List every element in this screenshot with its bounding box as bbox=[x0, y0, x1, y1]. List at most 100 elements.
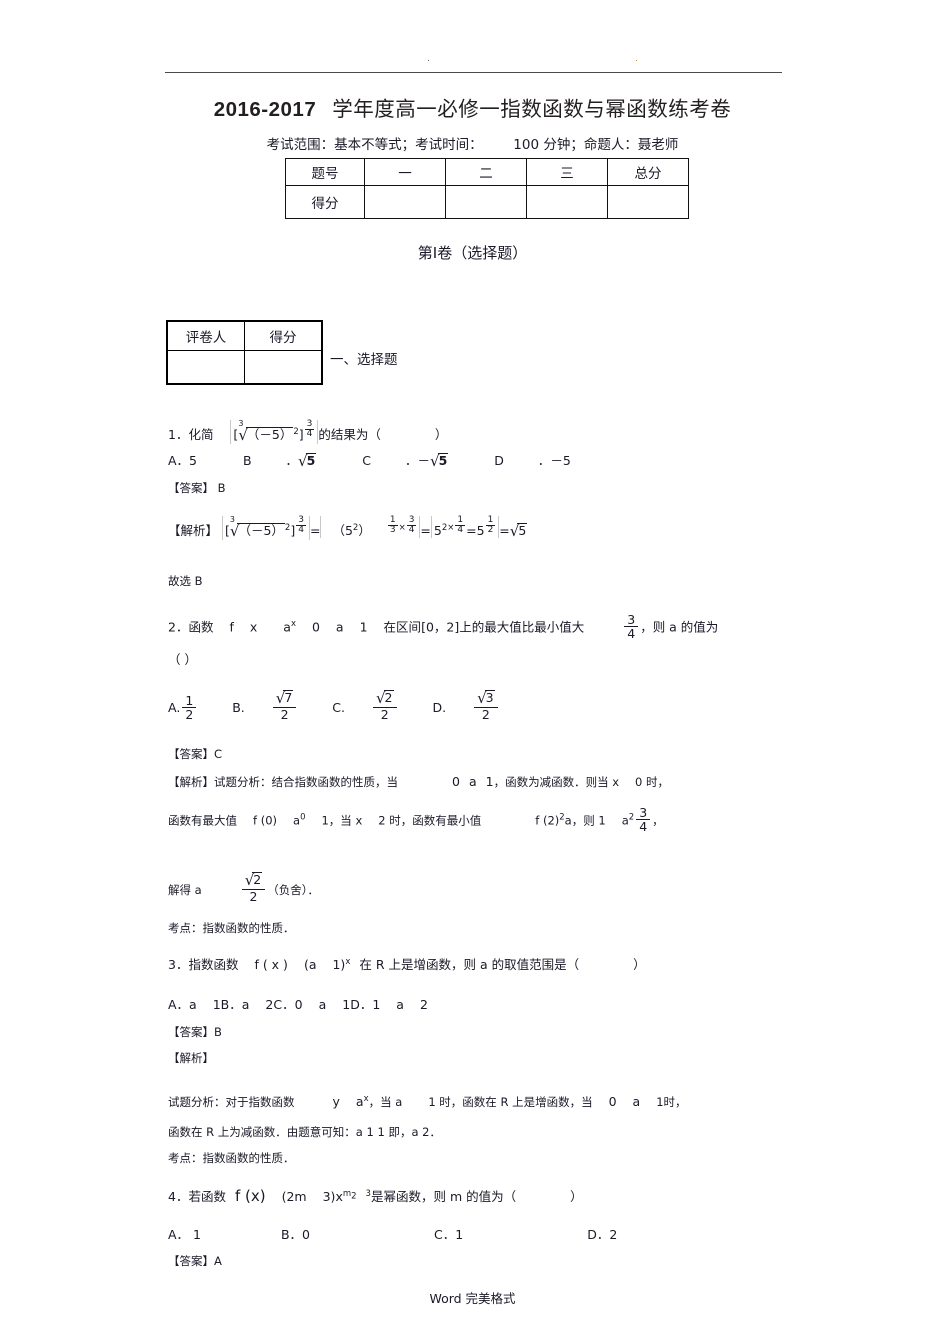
q4-stem-close: ） bbox=[570, 1189, 583, 1204]
q1-term2-close: ） bbox=[358, 523, 371, 539]
q1-e2-num1: 1 bbox=[389, 515, 396, 525]
question-2-analysis-line-3: 解得 a √2 2 （负舍）． bbox=[168, 872, 319, 903]
grader-header-reviewer: 评卷人 bbox=[166, 320, 245, 351]
q1-times: × bbox=[398, 522, 406, 533]
q1-option-d-value: ．－5 bbox=[537, 453, 571, 468]
q4-answer-label: 【答案】 bbox=[168, 1254, 214, 1268]
q4-answer-value: A bbox=[214, 1254, 222, 1268]
question-2-analysis-line-2: 函数有最大值 f (0) a0 1，当 x2 时，函数有最小值 f (2)2a，则 1a… bbox=[168, 806, 664, 833]
q3-answer-label: 【答案】 bbox=[168, 1025, 214, 1039]
q3-option-a-val: 1 bbox=[212, 997, 221, 1012]
q4-desc: 是幂函数，则 m 的值为（ bbox=[370, 1189, 517, 1204]
q1-option-b-radicand: 5 bbox=[305, 453, 317, 468]
question-1-answer: 【答案】 B bbox=[168, 482, 226, 495]
question-2-stem: 2．函数 f x ax 0 a 1 在区间[0，2]上的最大值比最小值大 3 4 ，则 a 的值为 bbox=[168, 613, 718, 640]
q2-option-c-num: √2 bbox=[375, 689, 394, 707]
q4-coef-open: (2m bbox=[281, 1189, 307, 1204]
q4-fn: f (x) bbox=[234, 1187, 266, 1205]
q2-fn: f bbox=[229, 619, 234, 635]
q2-cond-var: a bbox=[335, 619, 344, 635]
q2-option-a-label[interactable]: A. bbox=[168, 700, 180, 715]
q1-option-a[interactable]: A．5 bbox=[168, 453, 197, 468]
volume-heading: 第Ⅰ卷（选择题） bbox=[417, 244, 528, 262]
q4-coef-close: 3)x bbox=[322, 1189, 343, 1204]
q2-sol2-num: 3 bbox=[639, 805, 648, 820]
exam-subtitle: 考试范围：基本不等式；考试时间： 100 分钟；命题人：聂老师 bbox=[0, 133, 945, 153]
q3-base-close: 1) bbox=[332, 957, 346, 973]
q2-option-c-radicand: 2 bbox=[383, 690, 394, 705]
grader-score-table: 评卷人 得分 bbox=[166, 320, 323, 385]
q1-eq-sign-4: = bbox=[499, 523, 510, 539]
question-3-answer: 【答案】B bbox=[168, 1026, 222, 1039]
q2-sol2-a: 函数有最大值 bbox=[168, 813, 237, 828]
grader-cell-score[interactable] bbox=[244, 350, 323, 385]
q4-option-a[interactable]: A． 1 bbox=[168, 1227, 201, 1242]
q2-sol-hi: 1 bbox=[485, 774, 494, 789]
q2-option-d-label[interactable]: D. bbox=[432, 700, 446, 715]
q1-option-c-dot: ．－ bbox=[404, 453, 430, 468]
table-row: 得分 bbox=[285, 185, 689, 219]
q1-option-c-label[interactable]: C bbox=[362, 453, 371, 468]
q2-cond-lo: 0 bbox=[311, 619, 320, 635]
question-2-answer: 【答案】C bbox=[168, 748, 222, 761]
question-3-analysis-label: 【解析】 bbox=[168, 1051, 214, 1065]
q3-sol1-y: y bbox=[332, 1094, 340, 1109]
q1-answer-label: 【答案】 bbox=[168, 481, 214, 495]
q1-option-c-radicand: 5 bbox=[437, 453, 449, 468]
q3-desc: 在 R 上是增函数，则 a 的取值范围是（ bbox=[359, 957, 580, 973]
q1-option-b-label[interactable]: B bbox=[243, 453, 252, 468]
q1-option-b-dot: ． bbox=[285, 453, 299, 468]
q2-option-d-den: 2 bbox=[474, 706, 498, 721]
q1-analysis-label: 【解析】 bbox=[168, 523, 219, 539]
q2-sol3-num: √2 bbox=[244, 871, 263, 889]
q1-e2-den2: 4 bbox=[406, 525, 417, 535]
exam-paper-page: . . 2016-2017 学年度高一必修一指数函数与幂函数练考卷 考试范围：基… bbox=[0, 0, 945, 1338]
q3-option-b[interactable]: B．a bbox=[221, 997, 250, 1012]
q4-exp-m-base: m bbox=[342, 1188, 352, 1199]
q2-sol2-base: a bbox=[293, 813, 301, 828]
q2-sol2-g: a，则 1 bbox=[564, 813, 606, 828]
header-divider-rule bbox=[165, 72, 782, 73]
q2-answer-value: C bbox=[214, 747, 223, 761]
q3-sol1-h: 1时， bbox=[656, 1095, 687, 1109]
question-2-kaodian: 考点：指数函数的性质． bbox=[168, 921, 295, 935]
q4-option-b[interactable]: B．0 bbox=[281, 1227, 310, 1242]
q2-option-b-radicand: 7 bbox=[283, 690, 294, 705]
score-summary-table: 题号 一 二 三 总分 得分 bbox=[285, 158, 689, 219]
q4-option-d[interactable]: D．2 bbox=[587, 1227, 617, 1242]
score-table-header-2: 二 bbox=[445, 158, 527, 186]
q3-option-d-val: 2 bbox=[419, 997, 428, 1012]
grader-cell-reviewer[interactable] bbox=[166, 350, 245, 385]
score-table-row-label: 得分 bbox=[285, 185, 365, 219]
q1-eq-sign-2: = bbox=[420, 523, 431, 539]
q3-option-c-val: 1 bbox=[342, 997, 351, 1012]
q1-option-d-label[interactable]: D bbox=[494, 453, 504, 468]
q2-sol3-radicand: 2 bbox=[252, 872, 263, 887]
score-table-header-3: 三 bbox=[526, 158, 608, 186]
q3-sol1-g: a bbox=[632, 1094, 641, 1109]
q4-option-c[interactable]: C．1 bbox=[434, 1227, 463, 1242]
question-3-analysis-line-1: 试题分析：对于指数函数 y ax，当 a1 时，函数在 R 上是增函数，当 0 a 1时， bbox=[168, 1094, 687, 1109]
score-table-header-total: 总分 bbox=[607, 158, 689, 186]
q3-option-c[interactable]: C．0 bbox=[273, 997, 302, 1012]
q1-e4-den: 2 bbox=[485, 525, 496, 535]
q3-option-d-var: a bbox=[396, 997, 404, 1012]
q3-option-d[interactable]: D．1 bbox=[350, 997, 380, 1012]
score-cell-total[interactable] bbox=[607, 185, 689, 219]
q2-option-b-label[interactable]: B. bbox=[232, 700, 245, 715]
score-cell-1[interactable] bbox=[364, 185, 446, 219]
q2-base-exp: x bbox=[290, 619, 296, 630]
q2-sol2-f2: f (2) bbox=[535, 813, 560, 828]
question-3-options: A．a 1B．a 2C．0 a 1D．1 a 2 bbox=[168, 998, 428, 1012]
q2-sol3-den: 2 bbox=[241, 888, 266, 903]
question-1-options: A．5 B ．√5 C ．－√5 D ．－5 bbox=[168, 452, 571, 470]
q2-option-c-label[interactable]: C. bbox=[332, 700, 345, 715]
q2-option-b-den: 2 bbox=[272, 706, 297, 721]
score-cell-2[interactable] bbox=[445, 185, 527, 219]
q1-sol-bracket-close: ] bbox=[290, 523, 296, 539]
q4-exp-m-sub: 2 bbox=[351, 1191, 357, 1202]
table-row: 评卷人 得分 bbox=[166, 320, 323, 351]
q1-e3-coef: 2× bbox=[441, 522, 455, 533]
q3-option-a[interactable]: A．a bbox=[168, 997, 197, 1012]
score-cell-3[interactable] bbox=[526, 185, 608, 219]
